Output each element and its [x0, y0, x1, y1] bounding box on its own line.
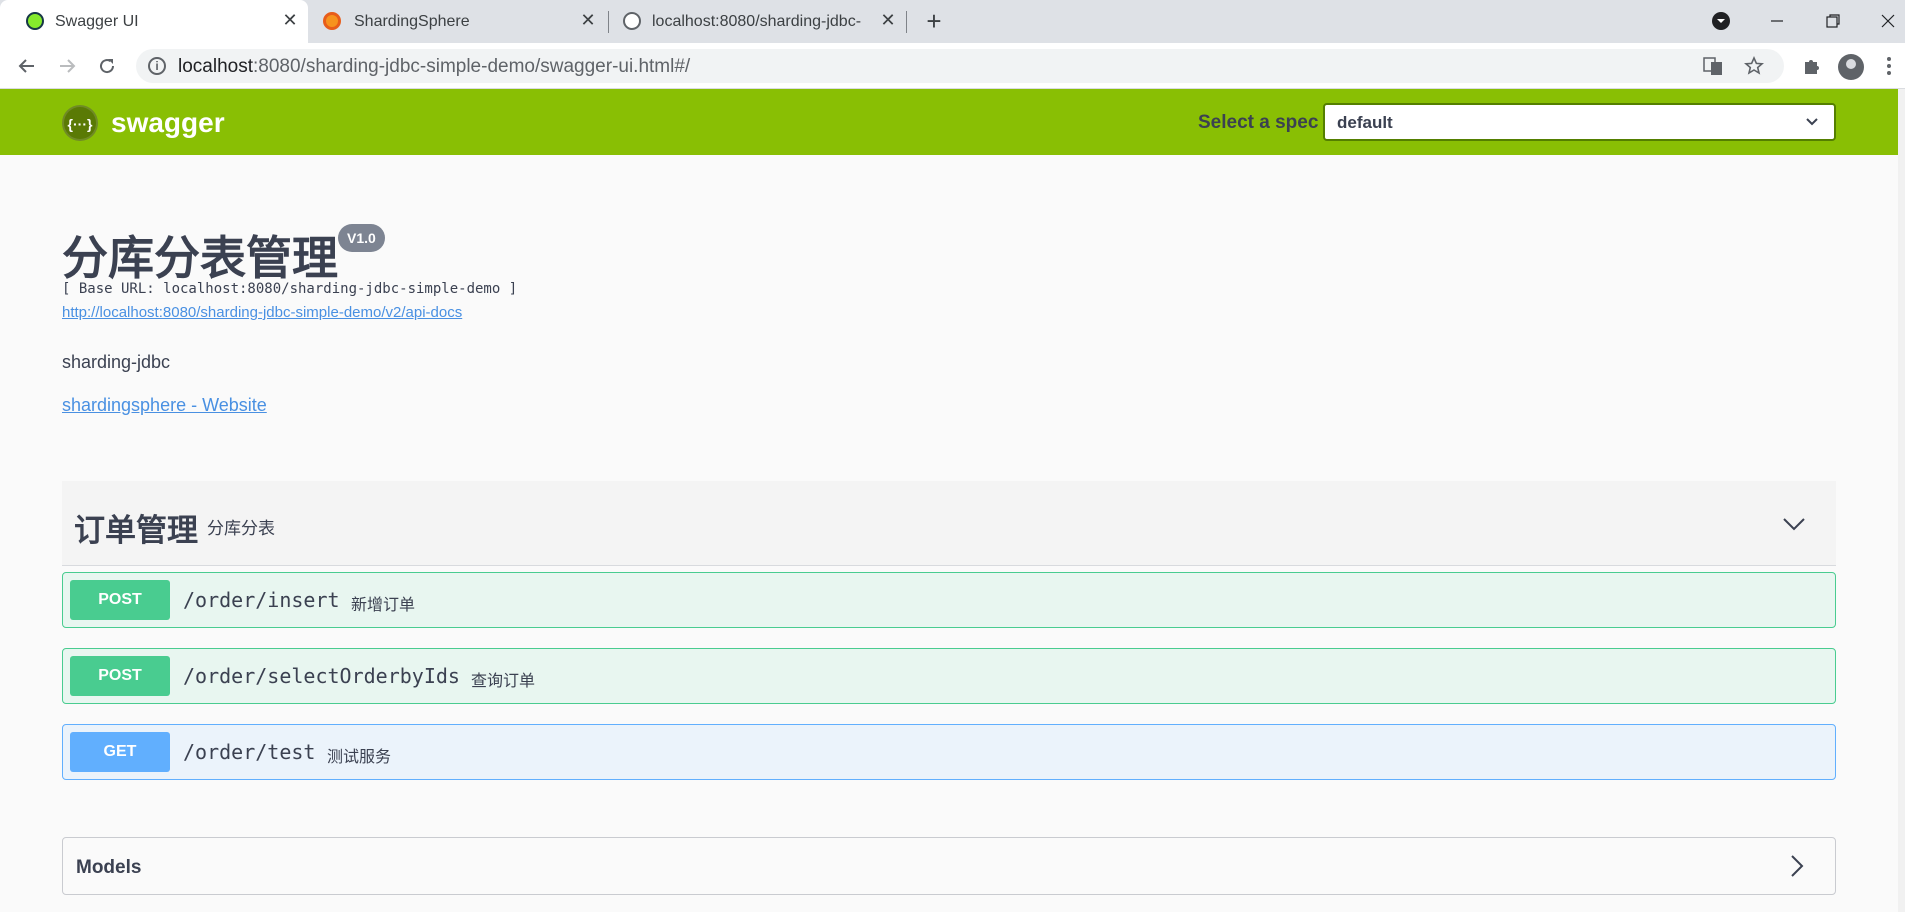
- tab-swagger-ui[interactable]: Swagger UI ✕: [0, 0, 308, 43]
- operation-post-order-insert[interactable]: POST /order/insert 新增订单: [62, 572, 1836, 628]
- chevron-right-icon[interactable]: [1785, 854, 1809, 878]
- url-host: localhost: [178, 56, 253, 77]
- profile-avatar-icon[interactable]: [1838, 54, 1864, 80]
- operation-get-order-test[interactable]: GET /order/test 测试服务: [62, 724, 1836, 780]
- new-tab-button[interactable]: +: [920, 8, 948, 36]
- select-spec-label: Select a spec: [1198, 112, 1319, 133]
- shardingsphere-favicon-icon: [323, 12, 341, 30]
- method-badge: POST: [70, 656, 170, 696]
- operation-path: /order/test: [183, 740, 316, 764]
- operation-post-order-select[interactable]: POST /order/selectOrderbyIds 查询订单: [62, 648, 1836, 704]
- url-text[interactable]: localhost:8080/sharding-jdbc-simple-demo…: [178, 56, 690, 78]
- address-bar[interactable]: i localhost:8080/sharding-jdbc-simple-de…: [136, 49, 1784, 83]
- swagger-favicon-icon: [26, 12, 44, 30]
- version-badge: V1.0: [338, 224, 385, 252]
- tab-separator: [906, 11, 907, 33]
- method-badge: GET: [70, 732, 170, 772]
- operation-summary: 测试服务: [327, 749, 392, 766]
- tab-shardingsphere[interactable]: ShardingSphere ✕: [308, 0, 608, 43]
- restore-icon[interactable]: [1818, 6, 1848, 36]
- api-docs-link[interactable]: http://localhost:8080/sharding-jdbc-simp…: [62, 304, 462, 321]
- tag-description: 分库分表: [207, 519, 275, 538]
- minimize-icon[interactable]: [1762, 6, 1792, 36]
- tag-header-order-management[interactable]: 订单管理 分库分表: [62, 481, 1836, 566]
- chevron-down-icon[interactable]: [1782, 512, 1806, 536]
- tab-title: localhost:8080/sharding-jdbc-: [652, 13, 862, 30]
- spec-select[interactable]: default: [1323, 103, 1836, 141]
- menu-kebab-icon[interactable]: [1879, 52, 1899, 80]
- page-scrollbar[interactable]: [1898, 89, 1905, 912]
- swagger-brand[interactable]: swagger: [111, 107, 225, 139]
- models-section[interactable]: Models: [62, 837, 1836, 895]
- swagger-logo-icon[interactable]: {···}: [62, 105, 98, 141]
- chevron-down-icon: [1806, 118, 1818, 126]
- tag-name: 订单管理: [74, 513, 198, 548]
- operation-path: /order/insert: [183, 588, 340, 612]
- extensions-puzzle-icon[interactable]: [1798, 52, 1826, 80]
- browser-tab-strip: Swagger UI ✕ ShardingSphere ✕ localhost:…: [0, 0, 1905, 43]
- bookmark-star-icon[interactable]: [1742, 54, 1766, 78]
- reload-icon[interactable]: [91, 50, 123, 82]
- tab-search-icon[interactable]: [1706, 6, 1736, 36]
- api-description: sharding-jdbc: [62, 352, 171, 372]
- operation-summary: 查询订单: [471, 673, 536, 690]
- translate-icon[interactable]: [1701, 54, 1725, 78]
- close-window-icon[interactable]: [1873, 6, 1903, 36]
- close-tab-icon[interactable]: ✕: [578, 10, 598, 30]
- method-badge: POST: [70, 580, 170, 620]
- forward-arrow-icon[interactable]: [51, 50, 83, 82]
- globe-icon: [623, 12, 641, 30]
- spec-selected-value: default: [1337, 113, 1393, 132]
- browser-toolbar: i localhost:8080/sharding-jdbc-simple-de…: [0, 43, 1905, 89]
- tab-title: ShardingSphere: [354, 13, 470, 30]
- operation-path: /order/selectOrderbyIds: [183, 664, 460, 688]
- close-tab-icon[interactable]: ✕: [878, 10, 898, 30]
- swagger-topbar: {···} swagger Select a spec default: [0, 89, 1898, 155]
- back-arrow-icon[interactable]: [11, 50, 43, 82]
- tab-localhost[interactable]: localhost:8080/sharding-jdbc- ✕: [609, 0, 909, 43]
- url-path: :8080/sharding-jdbc-simple-demo/swagger-…: [253, 56, 691, 77]
- page-title: 分库分表管理: [62, 232, 338, 284]
- site-info-icon[interactable]: i: [148, 57, 166, 75]
- models-title: Models: [76, 857, 142, 878]
- base-url: [ Base URL: localhost:8080/sharding-jdbc…: [62, 281, 518, 297]
- close-tab-icon[interactable]: ✕: [280, 10, 300, 30]
- website-link[interactable]: shardingsphere - Website: [62, 395, 267, 416]
- tab-title: Swagger UI: [55, 13, 139, 30]
- operation-summary: 新增订单: [351, 597, 416, 614]
